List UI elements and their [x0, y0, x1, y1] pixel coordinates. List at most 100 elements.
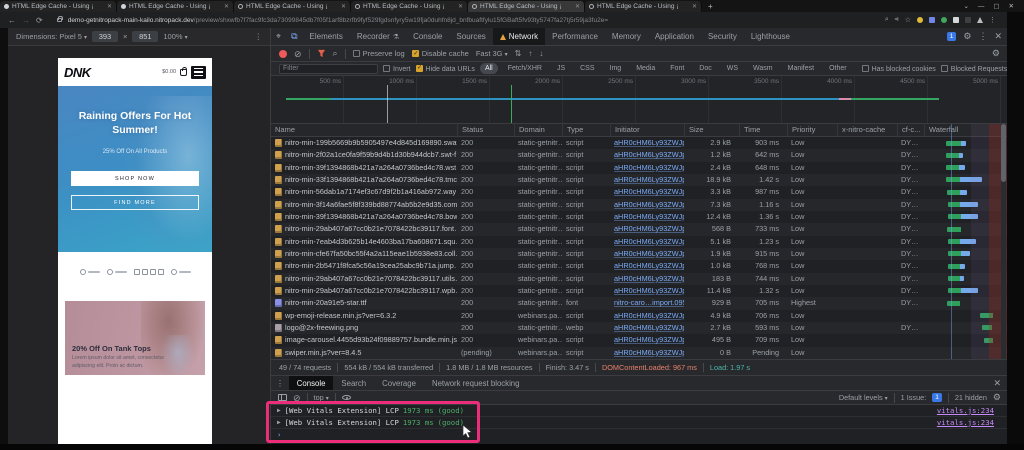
default-levels-select[interactable]: Default levels ▾	[839, 393, 888, 402]
request-type-filter[interactable]: Media	[631, 63, 660, 74]
column-header-name[interactable]: Name	[271, 124, 457, 136]
network-request-row[interactable]: logo@2x-freewing.png 200 static-getnitr……	[271, 322, 1008, 334]
request-initiator-link[interactable]: aHR0cHM6Ly93ZWJp…	[610, 223, 684, 235]
inspect-element-icon[interactable]: ⌖	[271, 31, 286, 42]
disable-cache-checkbox[interactable]: Disable cache	[412, 49, 469, 58]
request-type-filter[interactable]: Wasm	[748, 63, 778, 74]
network-filter-input[interactable]	[279, 64, 378, 74]
request-initiator-link[interactable]: aHR0cHM6Ly93ZWJp…	[610, 260, 684, 272]
device-zoom-select[interactable]: 100% ▾	[163, 32, 187, 41]
live-expression-eye-icon[interactable]	[342, 395, 351, 400]
network-request-row[interactable]: nitro-min-3f14a6fae5f8f339bd88774ab5b2e9…	[271, 199, 1008, 211]
network-request-row[interactable]: nitro-min-2b5471f8fca5c56a19cea25abc9b71…	[271, 260, 1008, 272]
devtools-settings-gear-icon[interactable]: ⚙	[963, 31, 971, 42]
devtools-tab[interactable]: Console	[406, 28, 449, 45]
address-input[interactable]: demo-getnitropack-main-kailo.nitropack.d…	[68, 17, 608, 24]
network-request-row[interactable]: nitro-min-39f1394868b421a7a264a0736bed4c…	[271, 162, 1008, 174]
request-type-filter[interactable]: Fetch/XHR	[503, 63, 547, 74]
request-type-filter[interactable]: Other	[824, 63, 852, 74]
request-initiator-link[interactable]: nitro-caro…import.095…	[610, 297, 684, 309]
console-issues-badge[interactable]: 1	[932, 393, 942, 402]
devtools-menu-icon[interactable]: ⋮	[978, 31, 987, 42]
request-initiator-link[interactable]: aHR0cHM6Ly93ZWJp…	[610, 199, 684, 211]
table-scrollbar[interactable]	[1001, 124, 1006, 359]
network-request-row[interactable]: nitro-min-56dab1a7174ef3c67d9f2b1a416ab9…	[271, 186, 1008, 198]
hide-data-urls-checkbox[interactable]: Hide data URLs	[416, 65, 475, 73]
window-close-icon[interactable]: ✕	[1009, 2, 1014, 10]
column-header-x-nitro-cache[interactable]: x-nitro-cache	[837, 124, 897, 136]
extension-icon[interactable]	[965, 17, 971, 23]
extension-icon[interactable]	[917, 17, 923, 23]
request-type-filter[interactable]: JS	[552, 63, 570, 74]
blocked-requests-checkbox[interactable]: Blocked Requests	[941, 65, 1007, 73]
column-header-type[interactable]: Type	[562, 124, 610, 136]
record-network-log-button[interactable]	[279, 50, 287, 58]
site-logo[interactable]: DNK	[64, 65, 91, 80]
browser-tab[interactable]: HTML Edge Cache - Using ¡ ✕	[234, 1, 351, 12]
device-toolbar-menu-icon[interactable]: ⋮	[255, 32, 263, 41]
request-initiator-link[interactable]: aHR0cHM6Ly93ZWJp…	[610, 310, 684, 322]
console-issues-label[interactable]: 1 Issue:	[901, 393, 927, 402]
tab-close-icon[interactable]: ✕	[224, 3, 229, 10]
window-minimize-icon[interactable]: —	[978, 3, 985, 10]
request-type-filter[interactable]: Img	[605, 63, 627, 74]
console-settings-gear-icon[interactable]: ⚙	[993, 392, 1001, 403]
device-select[interactable]: Dimensions: Pixel 5 ▾	[16, 32, 87, 41]
request-type-filter[interactable]: Doc	[694, 63, 716, 74]
network-request-row[interactable]: nitro-min-29ab407a67cc0b21e7078422bc3911…	[271, 285, 1008, 297]
column-header-initiator[interactable]: Initiator	[610, 124, 684, 136]
invert-checkbox[interactable]: Invert	[383, 65, 411, 73]
drawer-tab[interactable]: Search	[333, 376, 374, 390]
extension-warning-icon[interactable]	[977, 17, 983, 23]
network-request-row[interactable]: nitro-min-7eab4d3b625b14e4603ba17ba60867…	[271, 236, 1008, 248]
network-request-row[interactable]: nitro-min-cfe67fa50bc55f4a2a115eae1b5938…	[271, 248, 1008, 260]
browser-tab[interactable]: HTML Edge Cache - Using ¡ ✕	[585, 1, 702, 12]
console-source-link[interactable]: vitals.js:234	[937, 417, 994, 429]
request-initiator-link[interactable]: aHR0cHM6Ly93ZWJp…	[610, 334, 684, 346]
preserve-log-checkbox[interactable]: Preserve log	[353, 49, 405, 58]
column-header-priority[interactable]: Priority	[787, 124, 837, 136]
request-initiator-link[interactable]: aHR0cHM6Ly93ZWJp…	[610, 162, 684, 174]
network-overview-timeline[interactable]: 500 ms 1000 ms 1500 ms 2000 ms 2500 ms 3…	[271, 76, 1008, 124]
request-initiator-link[interactable]: aHR0cHM6Ly93ZWJp…	[610, 186, 684, 198]
request-initiator-link[interactable]: aHR0cHM6Ly93ZWJp…	[610, 149, 684, 161]
throttling-select[interactable]: Fast 3G ▾	[476, 49, 508, 58]
back-icon[interactable]: ←	[8, 16, 16, 25]
import-har-icon[interactable]: ↑	[528, 49, 532, 58]
devtools-tab[interactable]: Sources	[449, 28, 492, 45]
request-initiator-link[interactable]: aHR0cHM6Ly93ZWJp…	[610, 347, 684, 359]
export-har-icon[interactable]: ↓	[539, 49, 543, 58]
device-height-input[interactable]: 851	[132, 31, 158, 42]
drawer-menu-icon[interactable]: ⋮	[271, 379, 289, 388]
search-network-icon[interactable]: ⌕	[333, 48, 338, 59]
devtools-tab[interactable]: Performance	[545, 28, 605, 45]
devtools-tab[interactable]: Memory	[605, 28, 648, 45]
devtools-tab[interactable]: Elements	[303, 28, 350, 45]
request-initiator-link[interactable]: aHR0cHM6Ly93ZWJp…	[610, 211, 684, 223]
find-more-button[interactable]: FIND MORE	[71, 195, 199, 210]
share-icon[interactable]: ⪡	[895, 16, 899, 24]
clear-network-log-icon[interactable]: ⊘	[294, 50, 302, 58]
tab-close-icon[interactable]: ✕	[107, 3, 112, 10]
devtools-tab[interactable]: Application	[648, 28, 701, 45]
network-request-row[interactable]: nitro-min-29ab407a67cc0b21e7078422bc3911…	[271, 273, 1008, 285]
network-request-row[interactable]: nitro-min-199b5669b9b5905497e4d845d16989…	[271, 137, 1008, 149]
browser-tab[interactable]: HTML Edge Cache - Using ¡ ✕	[0, 1, 117, 12]
request-type-filter[interactable]: All	[480, 63, 498, 74]
shop-now-button[interactable]: SHOP NOW	[71, 171, 199, 186]
network-conditions-icon[interactable]: ⇅	[515, 49, 522, 58]
network-settings-gear-icon[interactable]: ⚙	[992, 48, 1000, 59]
network-request-row[interactable]: nitro-min-39f1394868b421a7a264a0736bed4c…	[271, 211, 1008, 223]
refresh-icon[interactable]: ⟳	[36, 16, 43, 25]
request-type-filter[interactable]: CSS	[575, 63, 599, 74]
window-menu-icon[interactable]: ⌄	[963, 2, 968, 10]
tab-close-icon[interactable]: ✕	[458, 3, 463, 10]
request-initiator-link[interactable]: aHR0cHM6Ly93ZWJp…	[610, 273, 684, 285]
has-blocked-cookies-checkbox[interactable]: Has blocked cookies	[862, 65, 936, 73]
drawer-tab[interactable]: Coverage	[374, 376, 424, 390]
column-header-status[interactable]: Status	[457, 124, 514, 136]
request-initiator-link[interactable]: aHR0cHM6Ly93ZWJp…	[610, 285, 684, 297]
promo-card[interactable]: 20% Off On Tank Tops Lorem ipsum dolor s…	[65, 301, 205, 375]
new-tab-button[interactable]: +	[702, 2, 719, 11]
network-request-row[interactable]: wp-emoji-release.min.js?ver=6.3.2 200 we…	[271, 310, 1008, 322]
